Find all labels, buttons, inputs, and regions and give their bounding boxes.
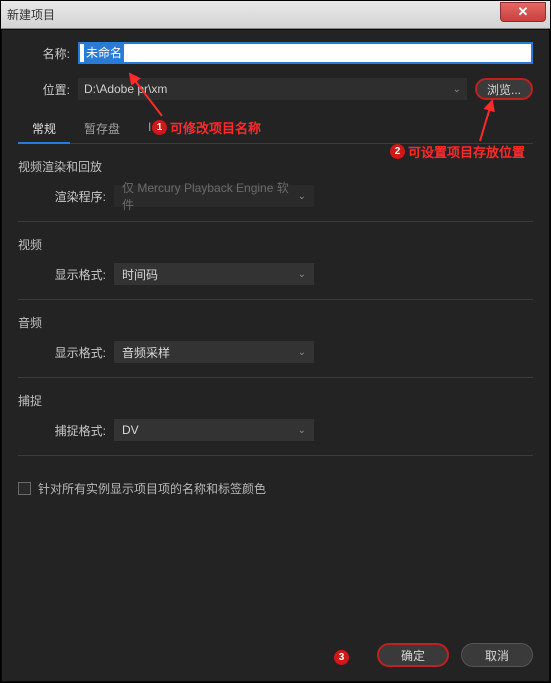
annotation-3-number: 3 bbox=[334, 650, 349, 665]
audio-format-select[interactable]: 音频采样 ⌄ bbox=[114, 341, 314, 363]
browse-button[interactable]: 浏览... bbox=[475, 78, 533, 100]
tabs: 常规 暂存盘 I bbox=[18, 114, 533, 144]
video-format-value: 时间码 bbox=[122, 266, 158, 283]
section-video-title: 视频 bbox=[18, 236, 533, 253]
video-format-select[interactable]: 时间码 ⌄ bbox=[114, 263, 314, 285]
dialog-body: 名称: 未命名 位置: D:\Adobe pr\xm ⌄ 浏览... 常规 暂存… bbox=[1, 29, 550, 682]
section-capture: 捕捉 捕捉格式: DV ⌄ bbox=[18, 392, 533, 456]
chevron-down-icon: ⌄ bbox=[298, 191, 306, 202]
annotation-3: 3 bbox=[334, 650, 352, 665]
location-row: 位置: D:\Adobe pr\xm ⌄ 浏览... bbox=[18, 78, 533, 100]
renderer-label: 渲染程序: bbox=[48, 188, 114, 205]
show-name-color-label: 针对所有实例显示项目项的名称和标签颜色 bbox=[38, 480, 266, 497]
location-select[interactable]: D:\Adobe pr\xm ⌄ bbox=[78, 78, 467, 100]
chevron-down-icon: ⌄ bbox=[298, 425, 306, 436]
capture-format-value: DV bbox=[122, 423, 139, 437]
chevron-down-icon: ⌄ bbox=[298, 347, 306, 358]
name-label: 名称: bbox=[18, 45, 78, 62]
chevron-down-icon: ⌄ bbox=[453, 84, 461, 95]
close-button[interactable]: ✕ bbox=[500, 2, 546, 22]
tab-scratch-disks[interactable]: 暂存盘 bbox=[70, 114, 134, 143]
name-row: 名称: 未命名 bbox=[18, 42, 533, 64]
close-icon: ✕ bbox=[518, 4, 529, 20]
audio-format-value: 音频采样 bbox=[122, 344, 170, 361]
cancel-button[interactable]: 取消 bbox=[461, 643, 533, 667]
location-value: D:\Adobe pr\xm bbox=[84, 82, 167, 96]
capture-format-label: 捕捉格式: bbox=[48, 422, 114, 439]
section-render: 视频渲染和回放 渲染程序: 仅 Mercury Playback Engine … bbox=[18, 158, 533, 222]
section-capture-title: 捕捉 bbox=[18, 392, 533, 409]
project-name-input[interactable]: 未命名 bbox=[78, 42, 533, 64]
section-render-title: 视频渲染和回放 bbox=[18, 158, 533, 175]
ok-button[interactable]: 确定 bbox=[377, 643, 449, 667]
show-name-color-row: 针对所有实例显示项目项的名称和标签颜色 bbox=[18, 480, 533, 497]
audio-format-label: 显示格式: bbox=[48, 344, 114, 361]
tab-ingest[interactable]: I bbox=[134, 114, 165, 143]
new-project-dialog: 新建项目 ✕ 名称: 未命名 位置: D:\Adobe pr\xm ⌄ 浏览..… bbox=[0, 0, 551, 683]
show-name-color-checkbox[interactable] bbox=[18, 482, 31, 495]
window-title: 新建项目 bbox=[7, 6, 55, 23]
footer: 确定 取消 bbox=[377, 643, 533, 667]
section-audio-title: 音频 bbox=[18, 314, 533, 331]
titlebar: 新建项目 ✕ bbox=[1, 1, 550, 29]
renderer-select: 仅 Mercury Playback Engine 软件 ⌄ bbox=[114, 185, 314, 207]
annotation-2-number: 2 bbox=[390, 144, 405, 159]
section-video: 视频 显示格式: 时间码 ⌄ bbox=[18, 236, 533, 300]
tab-general[interactable]: 常规 bbox=[18, 114, 70, 143]
renderer-value: 仅 Mercury Playback Engine 软件 bbox=[122, 179, 298, 213]
chevron-down-icon: ⌄ bbox=[298, 269, 306, 280]
video-format-label: 显示格式: bbox=[48, 266, 114, 283]
section-audio: 音频 显示格式: 音频采样 ⌄ bbox=[18, 314, 533, 378]
location-label: 位置: bbox=[18, 81, 78, 98]
capture-format-select[interactable]: DV ⌄ bbox=[114, 419, 314, 441]
